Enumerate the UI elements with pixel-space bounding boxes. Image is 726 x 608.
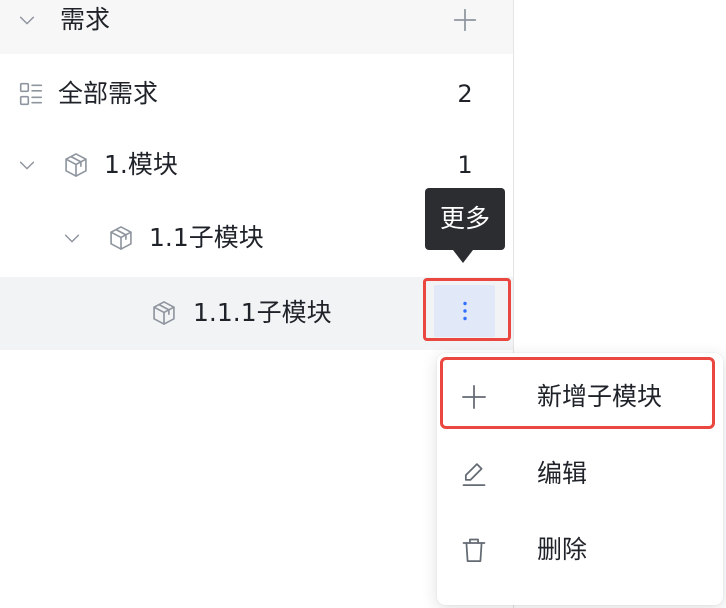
trash-icon <box>460 536 488 564</box>
tree-item-count: 2 <box>457 80 473 108</box>
plus-icon[interactable] <box>452 7 478 33</box>
tooltip-arrow <box>453 250 473 263</box>
tree-header: 需求 <box>0 0 513 54</box>
menu-item-label: 删除 <box>537 535 588 564</box>
more-button[interactable] <box>434 285 495 337</box>
tree-item-count: 1 <box>457 151 473 179</box>
tooltip-text: 更多 <box>439 204 490 233</box>
list-icon <box>18 81 44 107</box>
menu-item-add-submodule[interactable]: 新增子模块 <box>437 359 723 435</box>
menu-item-edit[interactable]: 编辑 <box>437 436 723 512</box>
plus-icon <box>460 383 488 411</box>
tree-item-label: 1.1子模块 <box>149 223 264 252</box>
tree-item-label: 全部需求 <box>58 79 159 108</box>
more-vertical-icon <box>453 299 477 323</box>
cube-icon <box>150 299 178 327</box>
menu-item-label: 编辑 <box>537 459 588 488</box>
tree-item-all[interactable]: 全部需求 2 <box>0 57 513 131</box>
menu-item-label: 新增子模块 <box>537 382 663 411</box>
cube-icon <box>107 224 135 252</box>
edit-icon <box>460 460 488 488</box>
tree-item-label: 1.模块 <box>104 150 178 179</box>
chevron-down-icon[interactable] <box>61 227 83 249</box>
chevron-down-icon[interactable] <box>16 154 38 176</box>
cube-icon <box>62 151 90 179</box>
chevron-down-icon[interactable] <box>16 9 38 31</box>
more-tooltip: 更多 <box>425 188 505 250</box>
menu-item-delete[interactable]: 删除 <box>437 512 723 588</box>
tree-header-title: 需求 <box>60 5 111 34</box>
context-menu: 新增子模块 编辑 删除 <box>437 353 723 605</box>
app-window: 需求 全部需求 2 1.模块 1 1.1子模块 1.1.1子模块 更多 新增子模… <box>0 0 726 608</box>
tree-item-label: 1.1.1子模块 <box>193 298 332 327</box>
